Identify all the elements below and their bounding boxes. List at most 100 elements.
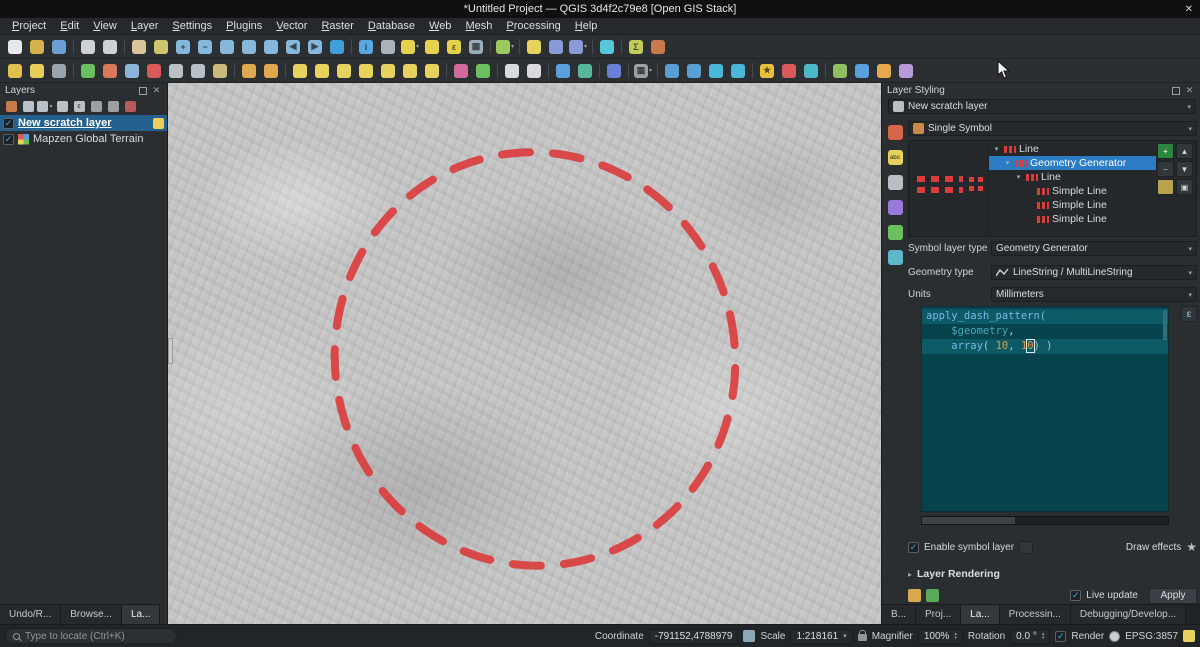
crs-value[interactable]: EPSG:3857 (1125, 631, 1178, 642)
vertex-tool-button[interactable] (99, 61, 121, 81)
filter-by-expression-button[interactable]: ε (71, 99, 87, 114)
menu-raster[interactable]: Raster (314, 19, 360, 33)
symbol-layer-type-combo[interactable]: Geometry Generator ▾ (991, 241, 1197, 256)
snapping-button[interactable] (450, 61, 472, 81)
change-label-button[interactable] (421, 61, 443, 81)
new-bookmark-button[interactable] (545, 37, 567, 57)
locate-input[interactable]: Type to locate (Ctrl+K) (5, 628, 177, 644)
units-combo[interactable]: Millimeters ▾ (991, 287, 1197, 302)
new-print-layout-button[interactable] (77, 37, 99, 57)
open-styling-panel-button[interactable] (3, 99, 19, 114)
deselect-features-button[interactable] (421, 37, 443, 57)
dock-tab[interactable]: B... (882, 605, 916, 624)
form-annotation-button[interactable] (523, 61, 545, 81)
expression-editor[interactable]: apply_dash_pattern( $geometry, array( 10… (921, 306, 1169, 512)
dock-tab[interactable]: Proj... (916, 605, 961, 624)
python-console-button[interactable] (574, 61, 596, 81)
coordinate-capture-button[interactable] (851, 61, 873, 81)
highlight-labels-button[interactable] (355, 61, 377, 81)
undock-panel-icon[interactable] (1172, 87, 1180, 95)
save-project-button[interactable] (48, 37, 70, 57)
dock-tab[interactable]: Processin... (1000, 605, 1071, 624)
menu-plugins[interactable]: Plugins (219, 19, 269, 33)
zoom-out-button[interactable]: − (194, 37, 216, 57)
menu-layer[interactable]: Layer (124, 19, 166, 33)
styling-layer-combo[interactable]: New scratch layer ▾ (888, 99, 1196, 114)
dock-tab[interactable]: La... (961, 605, 999, 624)
duplicate-symbol-layer-button[interactable]: ▣ (1176, 179, 1193, 195)
3d-view-tab-button[interactable] (886, 198, 905, 217)
zoom-to-selection-button[interactable] (238, 37, 260, 57)
scale-combo[interactable]: 1:218161 ▾ (790, 629, 852, 644)
select-by-expression-button[interactable]: ε (443, 37, 465, 57)
zoom-next-button[interactable]: ▶ (304, 37, 326, 57)
titlebar[interactable]: *Untitled Project — QGIS 3d4f2c79e8 [Ope… (0, 0, 1200, 18)
show-bookmarks-button[interactable]: ▾ (567, 37, 589, 57)
move-symbol-layer-up-button[interactable]: ▲ (1176, 143, 1193, 159)
paste-features-button[interactable] (209, 61, 231, 81)
draw-effects-star-icon[interactable]: ★ (1186, 541, 1197, 553)
open-project-button[interactable] (26, 37, 48, 57)
symbol-tree-item[interactable]: Simple Line (989, 184, 1156, 198)
menu-web[interactable]: Web (422, 19, 458, 33)
map-tips-button[interactable] (523, 37, 545, 57)
new-project-button[interactable] (4, 37, 26, 57)
undock-panel-icon[interactable] (139, 87, 147, 95)
zoom-in-button[interactable]: + (172, 37, 194, 57)
nominatim-search-button[interactable] (778, 61, 800, 81)
magnifier-spinbox[interactable]: 100% ▴▾ (918, 629, 963, 644)
multiedit-attributes-button[interactable] (121, 61, 143, 81)
text-annotation-button[interactable] (501, 61, 523, 81)
add-line-feature-button[interactable] (77, 61, 99, 81)
layer-item-new-scratch-layer[interactable]: ✓ New scratch layer (0, 115, 167, 131)
editor-vertical-scrollbar[interactable] (1163, 310, 1167, 340)
layout-manager-button[interactable] (99, 37, 121, 57)
close-panel-icon[interactable]: ✕ (1184, 85, 1195, 96)
remove-layer-button[interactable] (122, 99, 138, 114)
delete-selected-button[interactable] (143, 61, 165, 81)
copy-features-button[interactable] (187, 61, 209, 81)
symbol-mode-combo[interactable]: Single Symbol ▾ (908, 121, 1197, 136)
undo-button[interactable] (238, 61, 260, 81)
symbol-tree-item[interactable]: Simple Line (989, 212, 1156, 226)
dock-tab[interactable]: Browse... (61, 605, 122, 624)
raster-tools-button[interactable]: ▦▾ (632, 61, 654, 81)
pin-labels-button[interactable] (333, 61, 355, 81)
menu-view[interactable]: View (86, 19, 124, 33)
layer-diagram-button[interactable] (311, 61, 333, 81)
spatial-query-button[interactable] (705, 61, 727, 81)
scale-lock-icon[interactable] (858, 634, 867, 641)
mask-tab-button[interactable] (886, 173, 905, 192)
rotation-spinbox[interactable]: 0.0 ° ▴▾ (1010, 629, 1050, 644)
processing-toolbox-button[interactable] (603, 61, 625, 81)
labels-tab-button[interactable]: abc (886, 148, 905, 167)
toggle-editing-button[interactable] (26, 61, 48, 81)
live-update-checkbox[interactable]: ✓ (1070, 590, 1081, 601)
expand-caret-icon[interactable]: ▾ (992, 145, 1001, 153)
cut-features-button[interactable] (165, 61, 187, 81)
identify-features-button[interactable]: i (355, 37, 377, 57)
expand-caret-icon[interactable]: ▾ (1003, 159, 1012, 167)
refresh-map-button[interactable] (326, 37, 348, 57)
select-features-button[interactable]: ▾ (399, 37, 421, 57)
geometry-type-combo[interactable]: LineString / MultiLineString ▾ (991, 265, 1197, 280)
move-symbol-layer-down-button[interactable]: ▼ (1176, 161, 1193, 177)
history-tab-button[interactable] (886, 248, 905, 267)
symbol-tree-item[interactable]: ▾Line (989, 142, 1156, 156)
zoom-last-button[interactable]: ◀ (282, 37, 304, 57)
diagrams-tab-button[interactable] (886, 223, 905, 242)
log-messages-icon[interactable] (1183, 630, 1195, 642)
plugin-tools-button[interactable] (895, 61, 917, 81)
map-canvas[interactable] (168, 83, 881, 624)
layer-rendering-section[interactable]: ▸ Layer Rendering (908, 567, 1000, 581)
menu-processing[interactable]: Processing (499, 19, 567, 33)
style-undo-icon[interactable] (908, 589, 921, 602)
layer-item-mapzen-global-terrain[interactable]: ✓ Mapzen Global Terrain (0, 131, 167, 147)
collapse-all-button[interactable] (105, 99, 121, 114)
save-layer-edits-button[interactable] (48, 61, 70, 81)
editor-horizontal-scrollbar[interactable] (921, 516, 1169, 525)
select-within-distance-button[interactable] (683, 61, 705, 81)
menu-mesh[interactable]: Mesh (458, 19, 499, 33)
lock-symbol-color-button[interactable] (1157, 179, 1174, 195)
data-source-manager-button[interactable] (647, 37, 669, 57)
